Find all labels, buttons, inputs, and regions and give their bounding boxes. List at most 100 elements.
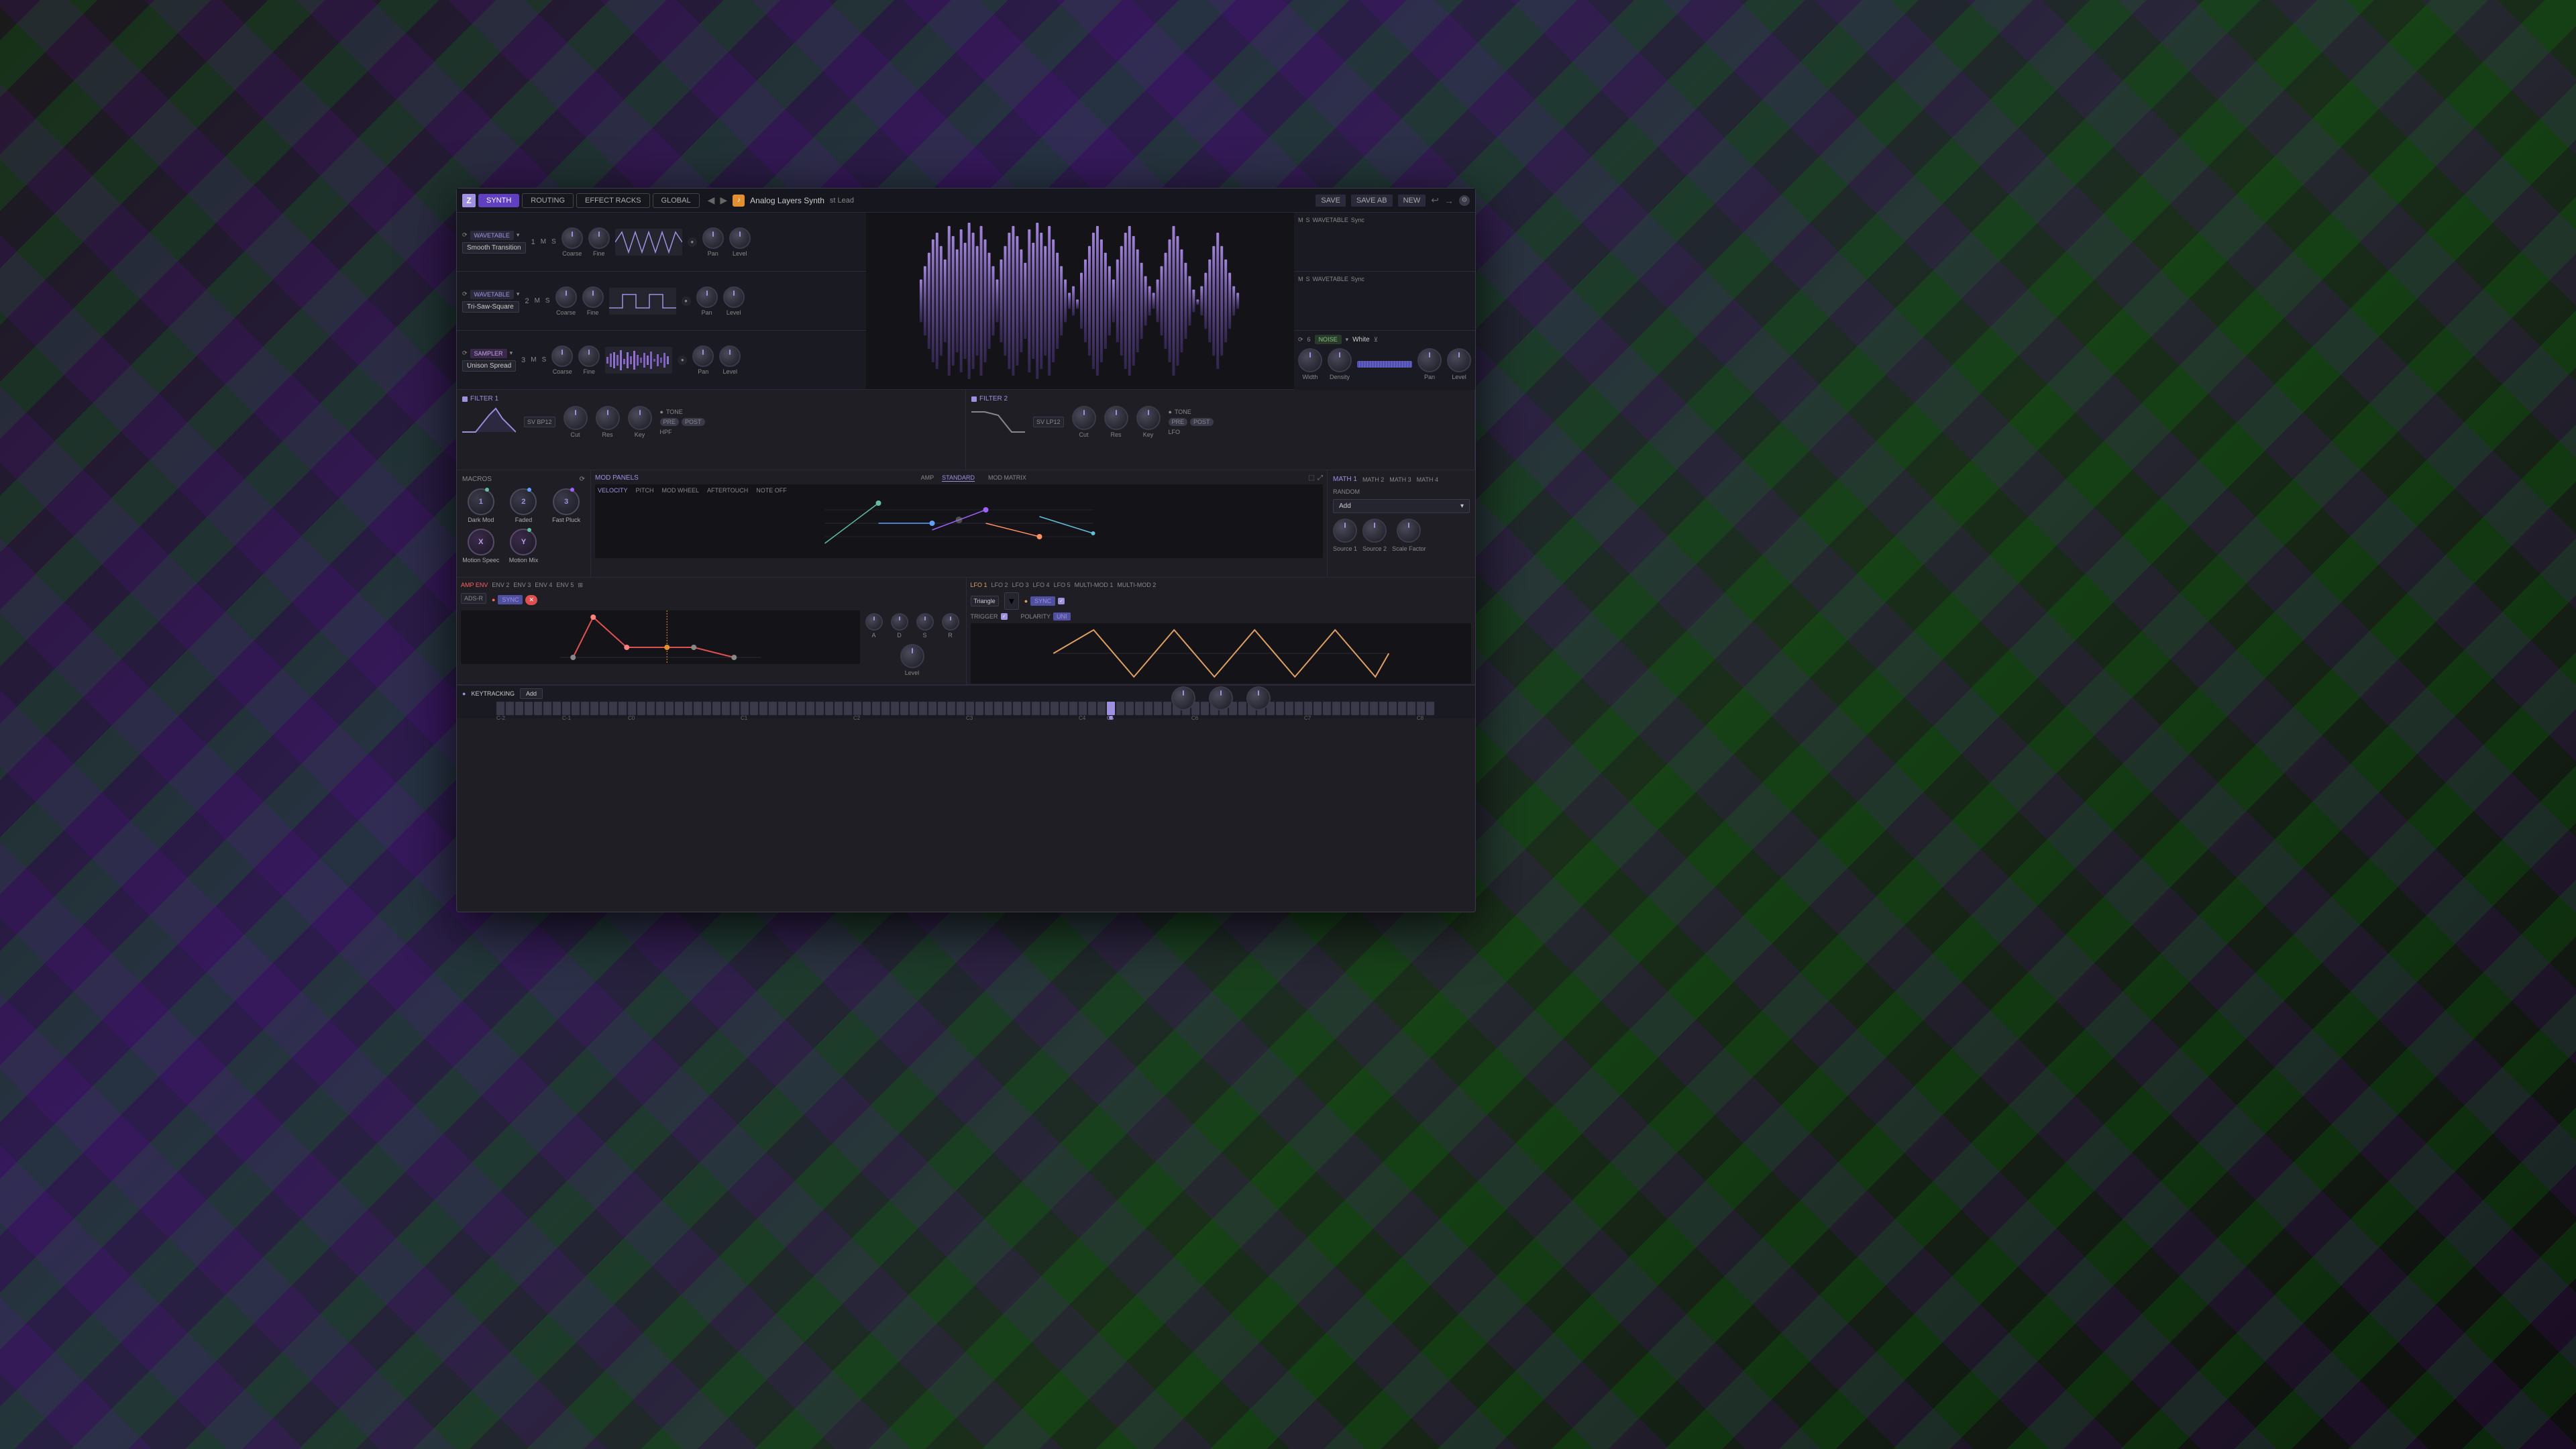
lfo-wave-type[interactable]: Triangle [971,596,999,606]
noise-pan-knob[interactable] [1417,348,1442,372]
env-s-knob[interactable] [916,613,934,631]
mod-source-noteoff[interactable]: NOTE OFF [756,487,787,494]
filter1-cut-knob[interactable] [564,406,588,430]
wt2-mute[interactable]: M [1298,276,1303,282]
osc1-type[interactable]: WAVETABLE [470,231,514,240]
random-tab[interactable]: RANDOM [1333,488,1360,495]
lfo-tab-multimod2[interactable]: MULTI-MOD 2 [1117,582,1156,588]
filter1-res-knob[interactable] [596,406,620,430]
mod-source-pitch[interactable]: PITCH [636,487,654,494]
lfo-sync-checkbox[interactable] [1058,598,1065,604]
math3-tab[interactable]: MATH 3 [1389,476,1411,483]
lfo-level-knob[interactable] [1246,686,1271,710]
noise-type[interactable]: NOISE [1315,335,1342,344]
osc1-fine-knob[interactable] [588,227,610,249]
osc3-fine-knob[interactable] [578,345,600,367]
save-button[interactable]: SAVE [1316,195,1346,207]
settings-icon[interactable]: ⚙ [1459,195,1470,206]
filter2-res-knob[interactable] [1104,406,1128,430]
mod-panel-tab-standard[interactable]: STANDARD [942,474,975,482]
mod-matrix-tab[interactable]: MOD MATRIX [988,474,1026,482]
macro-2-knob[interactable]: 2 [510,488,537,515]
osc1-preset[interactable]: Smooth Transition [462,242,526,254]
preset-next-icon[interactable]: ▶ [720,195,727,206]
osc3-level-knob[interactable] [719,345,741,367]
osc1-pan-knob[interactable] [702,227,724,249]
tab-global[interactable]: GLOBAL [653,193,700,208]
math-source2-knob[interactable] [1362,519,1387,543]
osc2-fine-knob[interactable] [582,286,604,308]
lfo-sync-badge[interactable]: SYNC [1030,596,1055,606]
osc1-coarse-knob[interactable] [561,227,583,249]
mod-source-velocity[interactable]: VELOCITY [598,487,628,494]
redo-icon[interactable]: → [1444,195,1454,206]
env-type[interactable]: ADS-R [461,593,486,604]
env-level-knob[interactable] [900,644,924,668]
filter2-type[interactable]: SV LP12 [1033,417,1064,427]
preset-prev-icon[interactable]: ◀ [708,195,715,206]
env-sync-badge[interactable]: SYNC [498,595,523,604]
lfo-tab-2[interactable]: LFO 2 [991,582,1008,588]
osc2-pan-knob[interactable] [696,286,718,308]
filter1-key-knob[interactable] [628,406,652,430]
lfo-freq-knob[interactable] [1209,686,1233,710]
osc2-type[interactable]: WAVETABLE [470,290,514,299]
mod-fullscreen-icon[interactable]: ⤢ [1318,474,1323,482]
lfo-tab-1[interactable]: LFO 1 [971,582,987,588]
env-tab-5[interactable]: ENV 5 [556,582,574,589]
tab-routing[interactable]: ROUTING [522,193,574,208]
lfo-tab-multimod1[interactable]: MULTI-MOD 1 [1075,582,1114,588]
osc3-type[interactable]: SAMPLER [470,349,507,358]
lfo-tab-4[interactable]: LFO 4 [1033,582,1050,588]
wt2-solo[interactable]: S [1306,276,1310,282]
filter2-cut-knob[interactable] [1072,406,1096,430]
mod-source-modwheel[interactable]: MOD WHEEL [662,487,700,494]
math-source1-knob[interactable] [1333,519,1357,543]
noise-density-knob[interactable] [1328,348,1352,372]
lfo-tab-5[interactable]: LFO 5 [1054,582,1071,588]
env-a-knob[interactable] [865,613,883,631]
noise-level-knob[interactable] [1447,348,1471,372]
macro-y-knob[interactable]: Y [510,529,537,555]
osc2-mute[interactable]: M [535,297,540,305]
env-tab-2[interactable]: ENV 2 [492,582,509,589]
filter1-pre-badge[interactable]: PRE [660,418,680,426]
lfo-uni-badge[interactable]: UNI [1053,612,1071,621]
tab-synth[interactable]: SYNTH [478,194,519,207]
tab-effects[interactable]: EFFECT RACKS [576,193,650,208]
macro-x-knob[interactable]: X [468,529,494,555]
lfo-tab-3[interactable]: LFO 3 [1012,582,1029,588]
keytrack-mode-select[interactable]: Add [520,688,543,699]
mod-expand-icon[interactable]: ⬚ [1309,474,1315,482]
math2-tab[interactable]: MATH 2 [1362,476,1384,483]
env-d-knob[interactable] [891,613,908,631]
osc1-level-knob[interactable] [729,227,751,249]
osc3-mute[interactable]: M [531,356,536,364]
wt1-solo[interactable]: S [1306,217,1310,223]
lfo-wave-select-arrow[interactable]: ▾ [1004,592,1019,610]
wt1-mute[interactable]: M [1298,217,1303,223]
osc3-coarse-knob[interactable] [551,345,573,367]
undo-icon[interactable]: ↩ [1431,195,1439,206]
lfo-trigger-checkbox[interactable] [1001,613,1008,620]
new-button[interactable]: NEW [1398,195,1426,207]
osc2-coarse-knob[interactable] [555,286,577,308]
osc1-solo[interactable]: S [551,238,556,246]
filter2-post-badge[interactable]: POST [1190,418,1214,426]
osc1-mute[interactable]: M [541,238,546,246]
osc3-preset[interactable]: Unison Spread [462,360,516,372]
osc2-solo[interactable]: S [545,297,550,305]
env-tab-amp[interactable]: AMP ENV [461,582,488,589]
save-ab-button[interactable]: SAVE AB [1351,195,1393,207]
filter2-key-knob[interactable] [1136,406,1161,430]
math4-tab[interactable]: MATH 4 [1417,476,1438,483]
osc3-pan-knob[interactable] [692,345,714,367]
filter1-post-badge[interactable]: POST [682,418,705,426]
macros-refresh-icon[interactable]: ⟳ [580,476,585,483]
env-x-badge[interactable]: ✕ [525,595,537,605]
math-scale-knob[interactable] [1397,519,1421,543]
env-tab-3[interactable]: ENV 3 [513,582,531,589]
macro-3-knob[interactable]: 3 [553,488,580,515]
env-tab-4[interactable]: ENV 4 [535,582,552,589]
filter1-type[interactable]: SV BP12 [524,417,555,427]
